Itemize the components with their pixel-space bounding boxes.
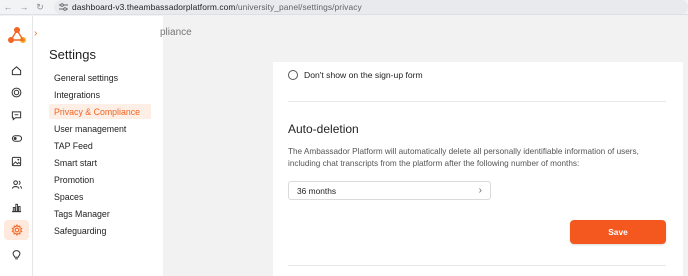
menu-item-integrations[interactable]: Integrations	[49, 87, 151, 102]
menu-item-safeguarding[interactable]: Safeguarding	[49, 223, 151, 238]
settings-title: Settings	[49, 47, 96, 62]
chevron-right-icon: ›	[478, 185, 482, 196]
url-host: dashboard-v3.theambassadorplatform.com	[72, 2, 236, 12]
menu-item-tags-manager[interactable]: Tags Manager	[49, 206, 151, 221]
menu-item-promotion[interactable]: Promotion	[49, 172, 151, 187]
menu-item-user-management[interactable]: User management	[49, 121, 151, 136]
divider	[288, 265, 666, 266]
save-button[interactable]: Save	[570, 220, 666, 244]
address-bar[interactable]: dashboard-v3.theambassadorplatform.com/u…	[54, 0, 688, 14]
image-icon[interactable]	[10, 155, 23, 168]
target-icon[interactable]	[10, 86, 23, 99]
months-select[interactable]: 36 months ›	[288, 181, 491, 200]
tap-logo-icon[interactable]	[7, 26, 27, 46]
browser-toolbar: ← → ↻ dashboard-v3.theambassadorplatform…	[0, 0, 688, 15]
page-title: pliance	[160, 27, 192, 38]
chart-icon[interactable]	[10, 201, 23, 214]
reload-icon[interactable]: ↻	[32, 0, 48, 15]
menu-item-general-settings[interactable]: General settings	[49, 70, 151, 85]
signup-form-option[interactable]: Don't show on the sign-up form	[288, 70, 423, 80]
home-icon[interactable]	[10, 64, 23, 77]
forward-icon[interactable]: →	[16, 0, 32, 15]
settings-icon[interactable]	[4, 220, 29, 240]
auto-deletion-title: Auto-deletion	[288, 122, 359, 136]
icon-rail	[0, 16, 33, 276]
menu-item-smart-start[interactable]: Smart start	[49, 155, 151, 170]
settings-panel: Settings General settings Integrations P…	[33, 16, 163, 276]
toggle-icon[interactable]	[10, 132, 23, 145]
radio-label: Don't show on the sign-up form	[304, 70, 423, 80]
menu-item-privacy-compliance[interactable]: Privacy & Compliance	[49, 104, 151, 119]
chat-icon[interactable]	[10, 109, 23, 122]
menu-item-tap-feed[interactable]: TAP Feed	[49, 138, 151, 153]
lightbulb-icon[interactable]	[10, 248, 23, 261]
auto-deletion-description: The Ambassador Platform will automatical…	[288, 147, 639, 168]
users-icon[interactable]	[10, 178, 23, 191]
url-path: /university_panel/settings/privacy	[235, 2, 362, 12]
url-text: dashboard-v3.theambassadorplatform.com/u…	[72, 2, 362, 12]
months-select-value: 36 months	[297, 185, 337, 196]
divider	[288, 101, 666, 102]
privacy-settings-card: Don't show on the sign-up form Auto-dele…	[273, 62, 683, 276]
menu-item-spaces[interactable]: Spaces	[49, 189, 151, 204]
site-settings-icon[interactable]	[58, 3, 68, 12]
radio-button[interactable]	[288, 70, 298, 80]
expand-chevron-icon[interactable]: ›	[34, 28, 42, 39]
back-icon[interactable]: ←	[0, 0, 16, 15]
